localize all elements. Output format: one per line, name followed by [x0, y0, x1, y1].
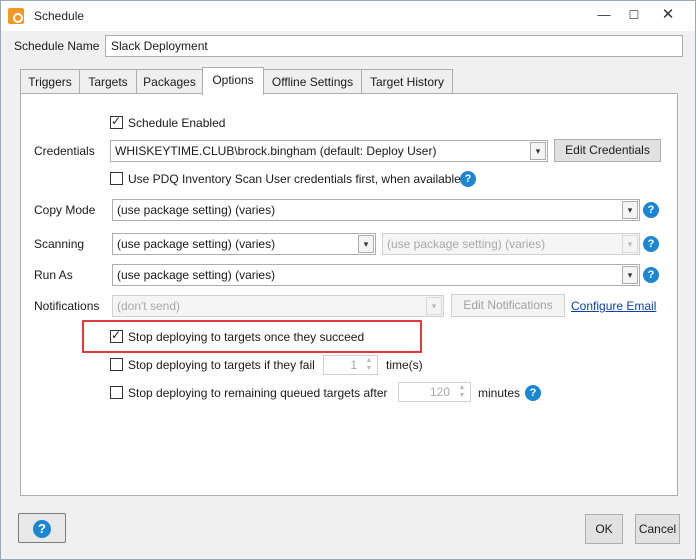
maximize-button[interactable]: ☐	[619, 1, 649, 31]
schedule-enabled-checkbox[interactable]	[110, 114, 123, 129]
tab-packages[interactable]: Packages	[136, 69, 203, 94]
pdq-inventory-checkbox[interactable]	[110, 172, 123, 185]
tab-targets[interactable]: Targets	[79, 69, 137, 94]
run-as-label: Run As	[34, 268, 73, 282]
configure-email-link[interactable]: Configure Email	[571, 299, 656, 313]
credentials-label: Credentials	[34, 144, 95, 158]
chevron-down-icon: ▾	[426, 297, 442, 315]
window-title: Schedule	[34, 9, 85, 23]
fail-count-unit: time(s)	[386, 358, 423, 372]
edit-credentials-button[interactable]: Edit Credentials	[554, 139, 661, 162]
schedule-name-label: Schedule Name	[14, 39, 100, 53]
notifications-label: Notifications	[34, 299, 100, 313]
pdq-app-icon	[8, 8, 24, 24]
notifications-dropdown[interactable]: (don't send) ▾	[112, 295, 444, 317]
schedule-name-input[interactable]: Slack Deployment	[105, 35, 683, 57]
footer-help-button[interactable]: ?	[18, 513, 66, 543]
help-icon[interactable]: ?	[643, 236, 659, 252]
tab-offline-settings[interactable]: Offline Settings	[263, 69, 362, 94]
queued-minutes-unit: minutes	[478, 386, 521, 400]
fail-count-stepper[interactable]: 1 ▲ ▼	[323, 355, 378, 375]
scanning-secondary-value: (use package setting) (varies)	[387, 237, 546, 251]
run-as-dropdown[interactable]: (use package setting) (varies) ▾	[112, 264, 640, 286]
stop-on-success-checkbox[interactable]	[110, 328, 123, 343]
schedule-window: Schedule — ☐ ✕ Schedule Name Slack Deplo…	[0, 0, 696, 560]
scanning-label: Scanning	[34, 237, 85, 251]
stepper-arrows-icon: ▲ ▼	[458, 384, 466, 399]
credentials-dropdown[interactable]: WHISKEYTIME.CLUB\brock.bingham (default:…	[110, 140, 548, 162]
fail-count-value: 1	[350, 358, 357, 372]
stop-on-fail-checkbox[interactable]	[110, 358, 123, 371]
queued-minutes-stepper[interactable]: 120 ▲ ▼	[398, 382, 471, 402]
title-bar: Schedule — ☐ ✕	[1, 1, 695, 31]
chevron-down-icon: ▾	[622, 235, 638, 253]
stepper-arrows-icon: ▲ ▼	[365, 357, 373, 372]
scanning-secondary-dropdown[interactable]: (use package setting) (varies) ▾	[382, 233, 640, 255]
copy-mode-value: (use package setting) (varies)	[117, 203, 276, 217]
edit-notifications-button[interactable]: Edit Notifications	[451, 294, 565, 317]
pdq-inventory-label: Use PDQ Inventory Scan User credentials …	[128, 172, 461, 186]
stop-queued-checkbox[interactable]	[110, 386, 123, 399]
help-icon: ?	[33, 520, 51, 538]
cancel-button[interactable]: Cancel	[635, 514, 680, 544]
close-button[interactable]: ✕	[653, 1, 683, 31]
queued-minutes-value: 120	[429, 385, 450, 399]
chevron-down-icon: ▾	[622, 201, 638, 219]
notifications-value: (don't send)	[117, 299, 180, 313]
help-icon[interactable]: ?	[525, 385, 541, 401]
scanning-value: (use package setting) (varies)	[117, 237, 276, 251]
help-icon[interactable]: ?	[643, 202, 659, 218]
stop-on-fail-label: Stop deploying to targets if they fail	[128, 358, 315, 372]
stop-queued-label: Stop deploying to remaining queued targe…	[128, 386, 388, 400]
help-icon[interactable]: ?	[643, 267, 659, 283]
chevron-down-icon: ▾	[622, 266, 638, 284]
help-icon[interactable]: ?	[460, 171, 476, 187]
scanning-dropdown[interactable]: (use package setting) (varies) ▾	[112, 233, 376, 255]
schedule-enabled-label: Schedule Enabled	[128, 116, 226, 130]
chevron-down-icon: ▾	[358, 235, 374, 253]
credentials-value: WHISKEYTIME.CLUB\brock.bingham (default:…	[115, 144, 437, 158]
tab-triggers[interactable]: Triggers	[20, 69, 80, 94]
stop-on-success-label: Stop deploying to targets once they succ…	[128, 330, 365, 344]
minimize-button[interactable]: —	[589, 1, 619, 31]
run-as-value: (use package setting) (varies)	[117, 268, 276, 282]
chevron-down-icon: ▾	[530, 142, 546, 160]
copy-mode-label: Copy Mode	[34, 203, 96, 217]
tab-options[interactable]: Options	[202, 67, 264, 95]
copy-mode-dropdown[interactable]: (use package setting) (varies) ▾	[112, 199, 640, 221]
tab-target-history[interactable]: Target History	[361, 69, 453, 94]
ok-button[interactable]: OK	[585, 514, 623, 544]
